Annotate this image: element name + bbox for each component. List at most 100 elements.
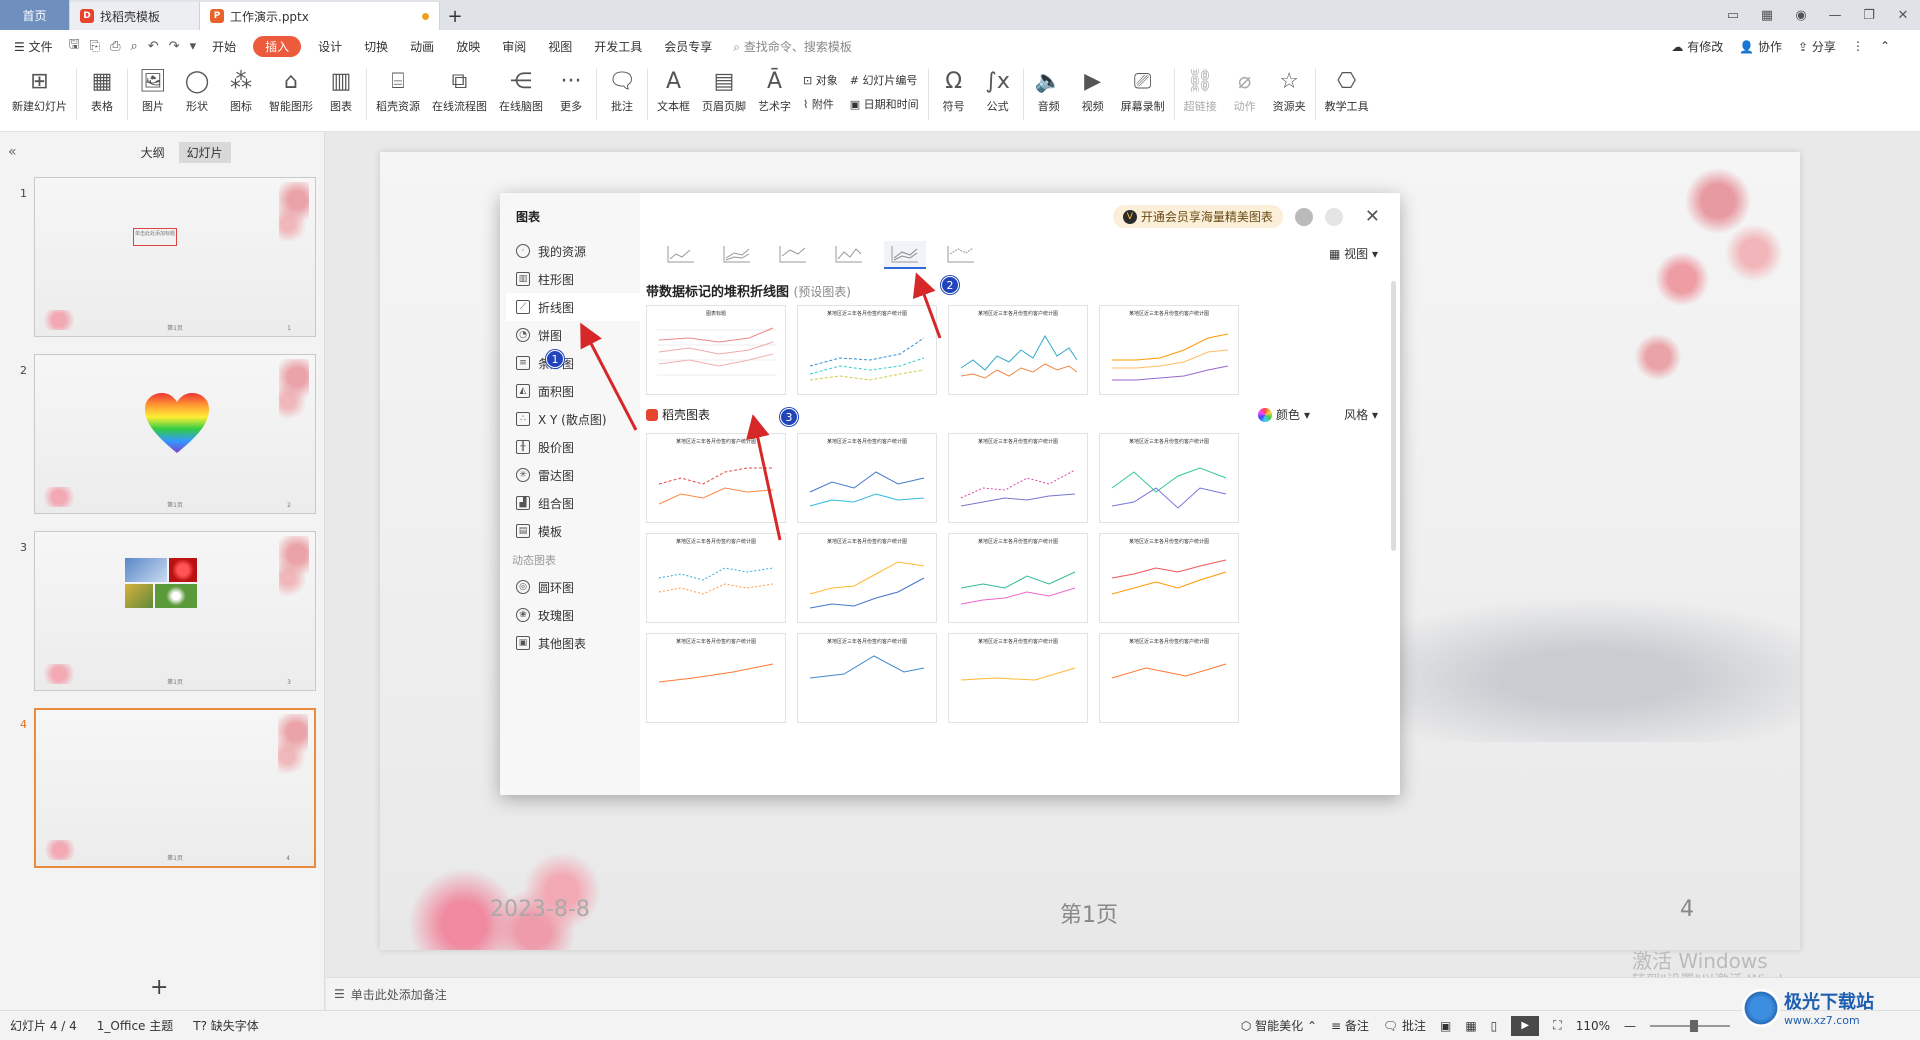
subtype-percent-marker-line[interactable]	[940, 241, 982, 269]
subtype-stacked-marker-line[interactable]	[884, 241, 926, 269]
new-tab-button[interactable]: +	[440, 2, 470, 30]
screen-record-button[interactable]: ⎚ 屏幕录制	[1115, 68, 1171, 114]
save-icon[interactable]: 🖫	[64, 35, 85, 57]
more-button[interactable]: ··· 更多	[549, 68, 593, 114]
menu-transition[interactable]: 切换	[353, 38, 399, 55]
action-button[interactable]: ⌀ 动作	[1223, 68, 1267, 114]
collaborate-button[interactable]: 👤 协作	[1739, 38, 1782, 55]
menu-start[interactable]: 开始	[201, 38, 247, 55]
changes-button[interactable]: ☁ 有修改	[1671, 38, 1723, 55]
slide-number-text[interactable]: 4	[1680, 897, 1694, 922]
undo-icon[interactable]: ↶	[143, 39, 164, 54]
category-rose[interactable]: ❀ 玫瑰图	[516, 601, 640, 629]
avatar[interactable]	[1294, 207, 1313, 226]
menu-animation[interactable]: 动画	[399, 38, 445, 55]
beautify-button[interactable]: ⬡ 智能美化 ⌃	[1241, 1017, 1317, 1034]
picture-button[interactable]: 🖼 图片	[131, 68, 175, 114]
daoke-resource-button[interactable]: ⌸ 稻壳资源	[370, 68, 426, 114]
symbol-button[interactable]: Ω 符号	[932, 68, 976, 114]
redo-icon[interactable]: ↷	[164, 39, 185, 54]
chart-template-card[interactable]: 某地区近三年各月份签约客户统计图	[948, 633, 1088, 723]
category-bar[interactable]: ≡条形图	[516, 349, 640, 377]
tab-home[interactable]: 首页	[0, 0, 70, 30]
print-icon[interactable]: ⎙	[105, 39, 125, 54]
sorter-view-icon[interactable]: ▦	[1465, 1019, 1476, 1033]
slide-thumbnail-1[interactable]: 单击此处添加标题 第1页 1	[34, 177, 316, 337]
chart-template-card[interactable]: 某地区近三年各月份签约客户统计图	[1099, 533, 1239, 623]
formula-button[interactable]: ∫x 公式	[976, 68, 1020, 114]
category-pie[interactable]: ◔ 饼图	[516, 321, 640, 349]
icon-button[interactable]: ⁂ 图标	[219, 68, 263, 114]
avatar[interactable]: ◉	[1784, 8, 1818, 23]
color-filter-dropdown[interactable]: 颜色 ▾	[1257, 406, 1310, 423]
reading-view-icon[interactable]: ▯	[1491, 1019, 1498, 1033]
refresh-icon[interactable]	[1324, 207, 1343, 226]
slide-footer[interactable]: 第1页	[1060, 897, 1118, 929]
audio-button[interactable]: 🔈 音频	[1027, 68, 1071, 114]
slide-thumbnail-4[interactable]: 第1页 4	[34, 708, 316, 868]
tab-outline[interactable]: 大纲	[133, 142, 173, 163]
menu-view[interactable]: 视图	[537, 38, 583, 55]
slide-date[interactable]: 2023-8-8	[490, 897, 590, 922]
teaching-tools-button[interactable]: ⎔ 教学工具	[1319, 68, 1375, 114]
gallery-scrollbar[interactable]	[1391, 281, 1396, 551]
collapse-panel-icon[interactable]: «	[8, 144, 17, 160]
minimize-icon[interactable]: —	[1818, 8, 1852, 23]
subtype-stacked-line[interactable]	[716, 241, 758, 269]
category-line[interactable]: ⟋ 折线图	[506, 293, 640, 321]
chart-template-card[interactable]: 某地区近三年各月份签约客户统计图	[797, 533, 937, 623]
slide-thumbnail-3[interactable]: 第1页 3	[34, 531, 316, 691]
tab-slides[interactable]: 幻灯片	[178, 141, 231, 163]
subtype-marker-line[interactable]	[828, 241, 870, 269]
chart-template-card[interactable]: 某地区近三年各月份签约客户统计图	[646, 433, 786, 523]
category-area[interactable]: ◭ 面积图	[516, 377, 640, 405]
vip-upgrade-button[interactable]: V 开通会员享海量精美图表	[1112, 205, 1283, 228]
menu-slideshow[interactable]: 放映	[445, 38, 491, 55]
flowchart-button[interactable]: ⧉ 在线流程图	[426, 68, 493, 114]
tab-template[interactable]: D 找稻壳模板	[70, 2, 200, 30]
notes-toggle-button[interactable]: ≡ 备注	[1331, 1017, 1369, 1034]
fit-window-icon[interactable]: ⛶	[1553, 1018, 1561, 1033]
subtype-line[interactable]	[660, 241, 702, 269]
export-icon[interactable]: ⎘	[85, 39, 105, 54]
file-menu[interactable]: ☰ 文件	[10, 38, 64, 55]
category-radar[interactable]: ✳ 雷达图	[516, 461, 640, 489]
datetime-button[interactable]: ▣ 日期和时间	[850, 96, 919, 112]
category-stock[interactable]: ╫ 股价图	[516, 433, 640, 461]
table-button[interactable]: ▦ 表格	[80, 68, 124, 114]
chart-template-card[interactable]: 某地区近三年各月份签约客户统计图	[646, 633, 786, 723]
chart-template-card[interactable]: 某地区近三年各月份签约客户统计图	[646, 533, 786, 623]
missing-font-button[interactable]: T? 缺失字体	[183, 1017, 269, 1034]
slide-number-button[interactable]: # 幻灯片编号	[850, 72, 919, 88]
chart-template-card[interactable]: 某地区近三年各月份签约客户统计图	[1099, 633, 1239, 723]
category-doughnut[interactable]: ◎ 圆环图	[516, 573, 640, 601]
command-search[interactable]: ⌕ 查找命令、搜索模板	[733, 38, 852, 55]
style-filter-dropdown[interactable]: 风格 ▾	[1344, 406, 1378, 423]
normal-view-icon[interactable]: ▣	[1440, 1019, 1451, 1033]
resource-folder-button[interactable]: ☆ 资源夹	[1267, 68, 1312, 114]
video-button[interactable]: ▶ 视频	[1071, 68, 1115, 114]
category-my-resources[interactable]: · 我的资源	[516, 237, 640, 265]
object-button[interactable]: ⊡ 对象	[803, 72, 838, 88]
menu-design[interactable]: 设计	[307, 38, 353, 55]
header-footer-button[interactable]: ▤ 页眉页脚	[696, 68, 752, 114]
share-button[interactable]: ⇪ 分享	[1798, 38, 1836, 55]
zoom-level[interactable]: 110%	[1576, 1019, 1610, 1033]
comment-button[interactable]: 🗨 批注	[600, 68, 644, 114]
chart-template-card[interactable]: 图表标题	[646, 305, 786, 395]
restore-icon[interactable]: ❐	[1852, 8, 1886, 23]
layout-icon[interactable]: ▭	[1716, 8, 1750, 23]
view-toggle-button[interactable]: ▦ 视图 ▾	[1329, 245, 1378, 262]
chart-template-card[interactable]: 某地区近三年各月份签约客户统计图	[948, 305, 1088, 395]
notes-bar[interactable]: ☰ 单击此处添加备注	[326, 977, 1920, 1010]
zoom-slider[interactable]	[1650, 1019, 1730, 1032]
chart-button[interactable]: ▥ 图表	[319, 68, 363, 114]
hyperlink-button[interactable]: ⛓ 超链接	[1178, 68, 1223, 114]
attachment-button[interactable]: ⌇ 附件	[803, 96, 838, 112]
add-slide-button[interactable]: +	[150, 975, 168, 1000]
tab-document[interactable]: P 工作演示.pptx	[200, 2, 440, 30]
new-slide-button[interactable]: ⊞ 新建幻灯片	[6, 68, 73, 114]
play-slideshow-button[interactable]: ▶	[1511, 1015, 1540, 1036]
slide-thumbnail-2[interactable]: 第1页 2	[34, 354, 316, 514]
theme-name[interactable]: 1_Office 主题	[87, 1017, 183, 1034]
